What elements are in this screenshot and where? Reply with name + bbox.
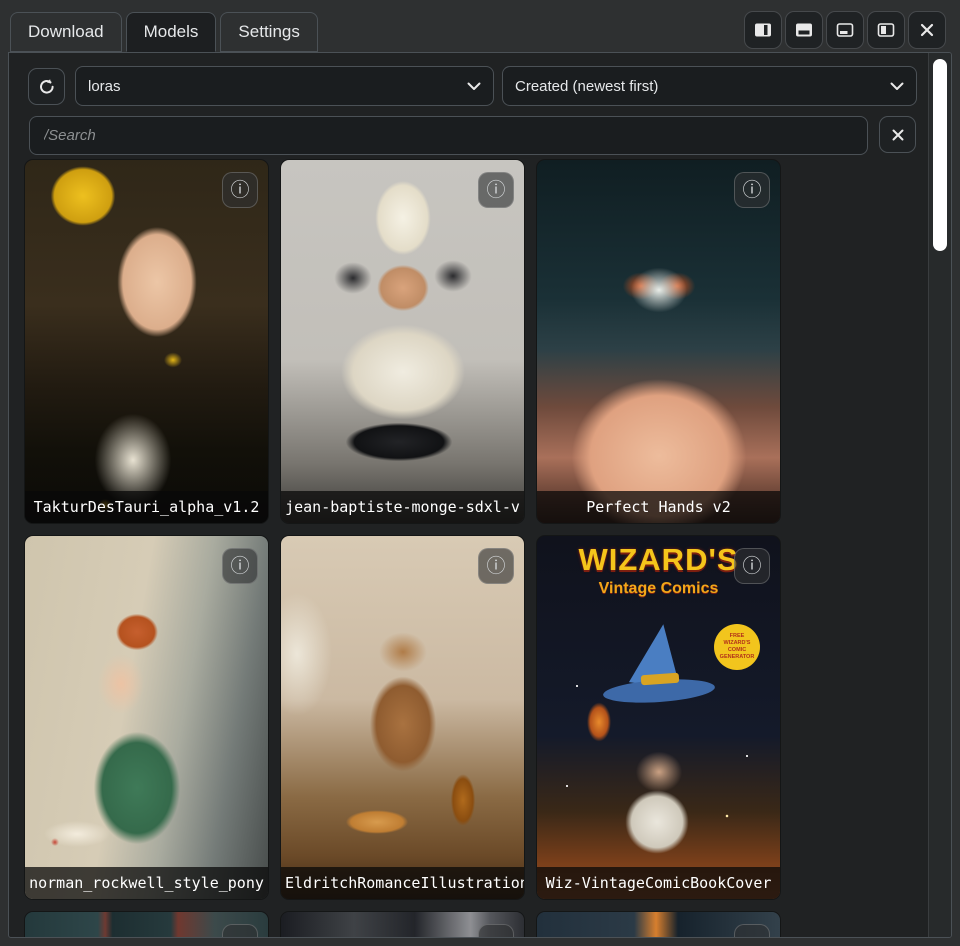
refresh-button[interactable]	[28, 68, 65, 105]
layout-panel-left-button[interactable]	[867, 11, 905, 49]
model-type-selected-value: loras	[88, 78, 467, 95]
model-info-button[interactable]: ⓘ	[478, 172, 514, 208]
model-card-wiz-vintage-comic[interactable]: WIZARD'S Vintage Comics FREE WIZARD'S CO…	[537, 536, 780, 899]
layout-panel-bottom-button[interactable]	[826, 11, 864, 49]
clear-search-button[interactable]	[879, 116, 916, 153]
badge-line: WIZARD'S	[724, 640, 751, 647]
model-type-select[interactable]: loras	[75, 66, 494, 106]
model-info-button[interactable]	[222, 924, 258, 937]
model-name-bar: EldritchRomanceIllustration	[281, 867, 524, 899]
sort-order-selected-value: Created (newest first)	[515, 78, 890, 95]
info-icon: ⓘ	[486, 557, 505, 576]
model-info-button[interactable]: ⓘ	[734, 172, 770, 208]
search-input[interactable]	[29, 116, 868, 155]
chevron-down-icon	[467, 82, 481, 91]
layout-panel-bottom-icon	[836, 21, 854, 39]
model-preview-image	[537, 160, 780, 523]
model-preview-image: WIZARD'S Vintage Comics FREE WIZARD'S CO…	[537, 536, 780, 899]
badge-line: COMIC	[728, 647, 746, 654]
model-info-button[interactable]	[478, 924, 514, 937]
models-panel-content: loras Created (newest first) ⓘ TakturDes…	[9, 53, 951, 937]
refresh-icon	[37, 77, 57, 97]
tab-settings-label: Settings	[238, 22, 299, 42]
badge-line: FREE	[730, 633, 745, 640]
model-name: jean-baptiste-monge-sdxl-v	[285, 498, 520, 516]
model-info-button[interactable]: ⓘ	[222, 172, 258, 208]
model-info-button[interactable]: ⓘ	[734, 548, 770, 584]
info-icon: ⓘ	[486, 181, 505, 200]
layout-panel-top-icon	[795, 21, 813, 39]
model-name-bar: Wiz-VintageComicBookCover	[537, 867, 780, 899]
tab-download-label: Download	[28, 22, 104, 42]
badge-line: GENERATOR	[720, 654, 755, 661]
model-card-partial-3[interactable]	[537, 912, 780, 937]
model-name-bar: norman_rockwell_style_pony	[25, 867, 268, 899]
model-card-partial-1[interactable]	[25, 912, 268, 937]
chevron-down-icon	[890, 82, 904, 91]
model-preview-image	[25, 536, 268, 899]
model-preview-image	[25, 160, 268, 523]
models-panel: loras Created (newest first) ⓘ TakturDes…	[8, 52, 952, 938]
layout-panel-left-icon	[877, 21, 895, 39]
tab-models-label: Models	[144, 22, 199, 42]
scrollbar-thumb[interactable]	[933, 59, 947, 251]
model-info-button[interactable]: ⓘ	[478, 548, 514, 584]
model-name-bar: Perfect Hands v2	[537, 491, 780, 523]
close-icon	[918, 21, 936, 39]
model-preview-image	[281, 160, 524, 523]
model-name: norman_rockwell_style_pony	[29, 874, 264, 892]
info-icon: ⓘ	[230, 557, 249, 576]
model-card-eldritch-romance[interactable]: ⓘ EldritchRomanceIllustration	[281, 536, 524, 899]
model-name: Perfect Hands v2	[586, 498, 731, 516]
layout-panel-right-icon	[754, 21, 772, 39]
x-clear-icon	[890, 127, 906, 143]
model-info-button[interactable]	[734, 924, 770, 937]
model-name: EldritchRomanceIllustration	[285, 874, 524, 892]
model-card-norman-rockwell[interactable]: ⓘ norman_rockwell_style_pony	[25, 536, 268, 899]
tab-models[interactable]: Models	[126, 12, 217, 52]
model-info-button[interactable]: ⓘ	[222, 548, 258, 584]
model-card-takturdestauri[interactable]: ⓘ TakturDesTauri_alpha_v1.2	[25, 160, 268, 523]
close-button[interactable]	[908, 11, 946, 49]
model-name-bar: jean-baptiste-monge-sdxl-v	[281, 491, 524, 523]
info-icon: ⓘ	[742, 557, 761, 576]
window-controls	[744, 11, 946, 49]
info-icon: ⓘ	[742, 181, 761, 200]
model-name: Wiz-VintageComicBookCover	[546, 874, 772, 892]
model-name-bar: TakturDesTauri_alpha_v1.2	[25, 491, 268, 523]
comic-cover-badge: FREE WIZARD'S COMIC GENERATOR	[714, 624, 760, 670]
tab-download[interactable]: Download	[10, 12, 122, 52]
model-name: TakturDesTauri_alpha_v1.2	[34, 498, 260, 516]
scrollbar-track[interactable]	[928, 53, 951, 937]
layout-panel-top-button[interactable]	[785, 11, 823, 49]
model-preview-image	[281, 536, 524, 899]
info-icon: ⓘ	[230, 181, 249, 200]
model-card-perfect-hands[interactable]: ⓘ Perfect Hands v2	[537, 160, 780, 523]
sort-order-select[interactable]: Created (newest first)	[502, 66, 917, 106]
model-card-jean-baptiste-monge[interactable]: ⓘ jean-baptiste-monge-sdxl-v	[281, 160, 524, 523]
tab-settings[interactable]: Settings	[220, 12, 317, 52]
tab-bar: Download Models Settings	[0, 0, 960, 52]
layout-panel-right-button[interactable]	[744, 11, 782, 49]
model-card-partial-2[interactable]	[281, 912, 524, 937]
